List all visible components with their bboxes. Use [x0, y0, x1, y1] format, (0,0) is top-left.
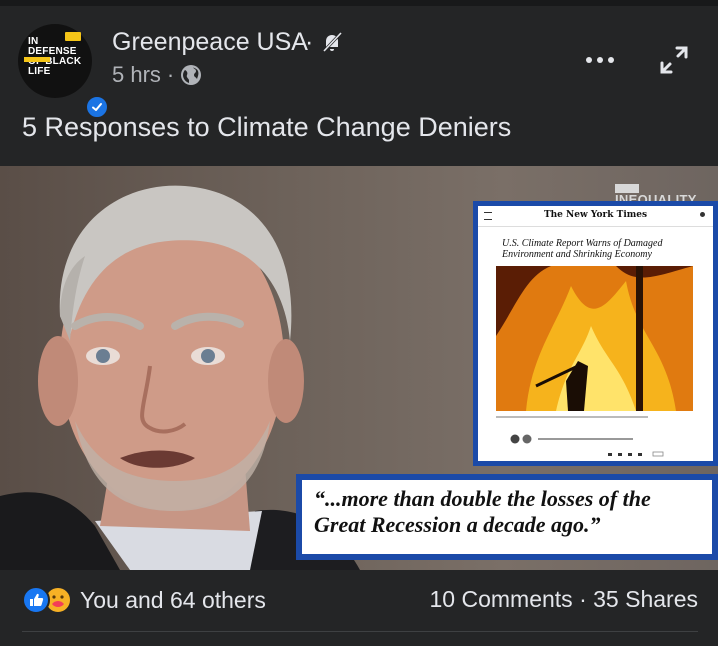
like-reaction-icon	[22, 586, 50, 614]
post-time[interactable]: 5 hrs	[112, 62, 161, 88]
footer-divider	[22, 631, 698, 632]
bell-off-icon	[322, 31, 343, 53]
time-separator: ·	[166, 62, 175, 87]
article-screenshot: The New York Times U.S. Climate Report W…	[473, 201, 718, 466]
photo-caption	[496, 416, 686, 421]
more-icon-dot	[608, 57, 614, 63]
byline-avatars	[510, 434, 633, 444]
globe-icon	[181, 65, 202, 85]
article-masthead-bar: The New York Times	[478, 206, 713, 227]
more-icon-dot	[586, 57, 592, 63]
quote-callout: “...more than double the losses of the G…	[296, 474, 718, 560]
avatar-stripe	[24, 57, 50, 62]
more-options-button[interactable]	[580, 48, 620, 72]
top-bar	[0, 0, 718, 6]
expand-icon[interactable]	[657, 43, 691, 77]
wildfire-photo	[496, 266, 693, 411]
reactions-summary[interactable]: You and 64 others	[22, 586, 266, 614]
article-masthead: The New York Times	[543, 210, 648, 220]
article-page: The New York Times U.S. Climate Report W…	[478, 206, 713, 461]
comments-count[interactable]: 10 Comments	[430, 586, 573, 612]
page-name[interactable]: Greenpeace USA	[112, 28, 308, 57]
user-icon	[700, 212, 705, 217]
shares-count[interactable]: 35 Shares	[593, 586, 698, 612]
name-separator: ·	[305, 28, 314, 56]
reactions-label[interactable]: You and 64 others	[80, 587, 266, 614]
post-title: 5 Responses to Climate Change Deniers	[22, 112, 512, 142]
quote-text: “...more than double the losses of the G…	[302, 480, 712, 554]
engagement-stats: 10 Comments · 35 Shares	[430, 586, 698, 613]
post-meta: 5 hrs ·	[112, 62, 202, 88]
page-avatar[interactable]: IN DEFENSE OF BLACK LIFE	[18, 24, 110, 120]
article-headline: U.S. Climate Report Warns of Damaged Env…	[502, 238, 663, 260]
article-share-icons	[608, 451, 664, 457]
post-image[interactable]: INEQUALITY MEDIA The New York Times U.S.…	[0, 166, 718, 570]
stats-separator: ·	[579, 586, 587, 612]
more-icon-dot	[597, 57, 603, 63]
